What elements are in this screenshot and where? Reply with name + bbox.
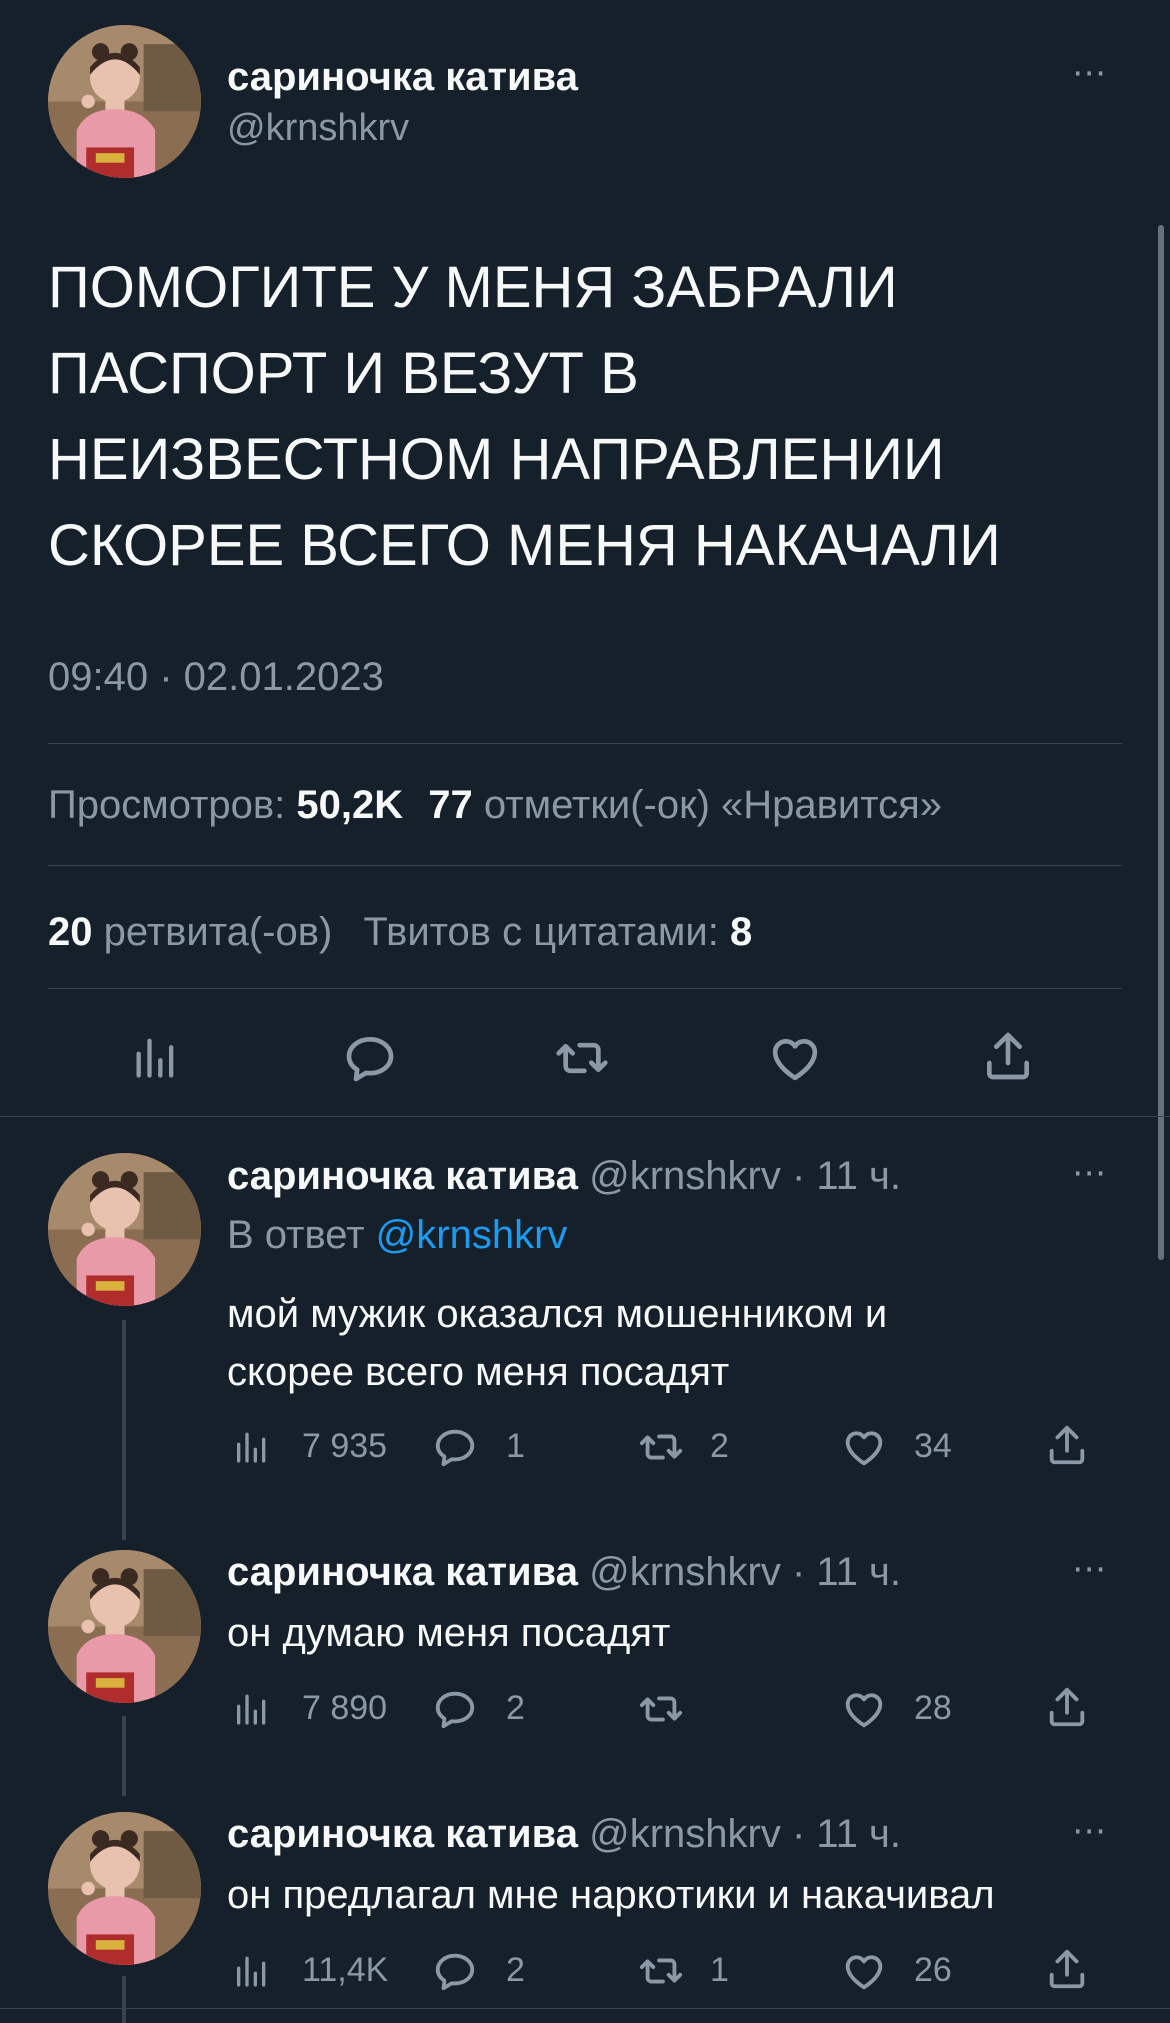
like-icon[interactable] [840, 1424, 888, 1470]
views-count: 7 935 [302, 1427, 388, 1465]
thread-line [122, 1716, 126, 1796]
stats-row-views-likes: Просмотров: 50,2K 77 отметки(-ок) «Нрави… [48, 783, 942, 828]
quotes-label[interactable]: Твитов с цитатами: [363, 910, 718, 954]
tweet-timestamp[interactable]: 09:40 · 02.01.2023 [48, 655, 384, 700]
reply-count: 1 [506, 1427, 525, 1465]
more-options-icon[interactable]: ⋯ [1072, 1156, 1107, 1190]
retweet-count: 1 [710, 1951, 729, 1989]
share-icon[interactable] [1044, 1684, 1090, 1730]
more-options-icon[interactable]: ⋯ [1072, 1552, 1107, 1586]
stats-row-retweets-quotes: 20 ретвита(-ов) Твитов с цитатами: 8 [48, 910, 752, 955]
reply-icon[interactable] [432, 1948, 478, 1994]
like-icon[interactable] [840, 1686, 888, 1732]
divider [0, 2008, 1170, 2009]
avatar[interactable] [48, 1812, 201, 1965]
author-handle[interactable]: @krnshkrv [589, 1550, 781, 1594]
reply-text: он предлагал мне наркотики и накачивал [227, 1866, 995, 1924]
tweet-text: ПОМОГИТЕ У МЕНЯ ЗАБРАЛИ ПАСПОРТ И ВЕЗУТ … [48, 245, 1138, 589]
author-name[interactable]: сариночка катива [227, 1550, 578, 1594]
views-count: 7 890 [302, 1689, 388, 1727]
reply-time[interactable]: · 11 ч. [792, 1154, 901, 1198]
reply-text-line: скорее всего меня посадят [227, 1350, 730, 1394]
likes-value[interactable]: 77 [428, 783, 473, 827]
reply-header: сариночка катива @krnshkrv · 11 ч. [227, 1550, 901, 1595]
author-handle[interactable]: @krnshkrv [227, 107, 409, 150]
share-icon[interactable] [1044, 1946, 1090, 1992]
likes-label[interactable]: отметки(-ок) «Нравится» [484, 783, 942, 827]
author-name[interactable]: сариночка катива [227, 55, 578, 100]
author-name[interactable]: сариночка катива [227, 1812, 578, 1856]
author-handle[interactable]: @krnshkrv [589, 1154, 781, 1198]
views-icon[interactable] [232, 1426, 272, 1466]
like-count: 34 [914, 1427, 952, 1465]
reply-time[interactable]: · 11 ч. [792, 1812, 901, 1856]
views-label: Просмотров: [48, 783, 286, 827]
reply-header: сариночка катива @krnshkrv · 11 ч. [227, 1812, 901, 1857]
tweet-text-line: ПАСПОРТ И ВЕЗУТ В [48, 341, 639, 406]
views-icon[interactable] [232, 1950, 272, 1990]
views-icon[interactable] [130, 1030, 182, 1082]
quotes-value[interactable]: 8 [730, 910, 752, 954]
tweet-text-line: СКОРЕЕ ВСЕГО МЕНЯ НАКАЧАЛИ [48, 513, 1001, 578]
avatar-image [48, 1550, 201, 1703]
retweet-icon[interactable] [636, 1948, 686, 1994]
author-handle[interactable]: @krnshkrv [589, 1812, 781, 1856]
reply-icon[interactable] [432, 1686, 478, 1732]
reply-icon[interactable] [342, 1030, 398, 1086]
avatar-image [48, 25, 201, 178]
reply-count: 2 [506, 1689, 525, 1727]
reply-icon[interactable] [432, 1424, 478, 1470]
divider [48, 865, 1122, 866]
reply-text: мой мужик оказался мошенником и скорее в… [227, 1285, 887, 1401]
reply-time[interactable]: · 11 ч. [792, 1550, 901, 1594]
views-count: 11,4K [302, 1951, 389, 1989]
divider [0, 1116, 1170, 1117]
reply-count: 2 [506, 1951, 525, 1989]
retweet-icon[interactable] [636, 1424, 686, 1470]
thread-line [122, 1320, 126, 1540]
like-count: 28 [914, 1689, 952, 1727]
retweet-icon[interactable] [552, 1030, 612, 1086]
avatar[interactable] [48, 1153, 201, 1306]
reply-text-line: он предлагал мне наркотики и накачивал [227, 1873, 995, 1917]
avatar-image [48, 1812, 201, 1965]
tweet-text-line: ПОМОГИТЕ У МЕНЯ ЗАБРАЛИ [48, 255, 898, 320]
reply-to-line: В ответ @krnshkrv [227, 1213, 567, 1258]
reply-text-line: он думаю меня посадят [227, 1611, 671, 1655]
divider [48, 743, 1122, 744]
divider [48, 988, 1122, 989]
retweet-count: 2 [710, 1427, 729, 1465]
avatar[interactable] [48, 1550, 201, 1703]
thread-line [122, 1976, 126, 2023]
like-count: 26 [914, 1951, 952, 1989]
retweet-icon[interactable] [636, 1686, 686, 1732]
retweets-value[interactable]: 20 [48, 910, 93, 954]
avatar[interactable] [48, 25, 201, 178]
author-name[interactable]: сариночка катива [227, 1154, 578, 1198]
reply-text: он думаю меня посадят [227, 1604, 670, 1662]
reply-header: сариночка катива @krnshkrv · 11 ч. [227, 1154, 901, 1199]
tweet-text-line: НЕИЗВЕСТНОМ НАПРАВЛЕНИИ [48, 427, 945, 492]
reply-text-line: мой мужик оказался мошенником и [227, 1292, 888, 1336]
avatar-image [48, 1153, 201, 1306]
reply-to-handle-link[interactable]: @krnshkrv [376, 1213, 568, 1257]
share-icon[interactable] [1044, 1422, 1090, 1468]
like-icon[interactable] [840, 1948, 888, 1994]
more-options-icon[interactable]: ⋯ [1072, 1814, 1107, 1848]
reply-to-label: В ответ [227, 1213, 365, 1257]
retweets-label[interactable]: ретвита(-ов) [104, 910, 333, 954]
share-icon[interactable] [980, 1028, 1036, 1084]
scrollbar[interactable] [1158, 225, 1164, 1260]
views-value[interactable]: 50,2K [296, 783, 403, 827]
like-icon[interactable] [766, 1030, 824, 1086]
more-options-icon[interactable]: ⋯ [1072, 56, 1107, 90]
views-icon[interactable] [232, 1688, 272, 1728]
